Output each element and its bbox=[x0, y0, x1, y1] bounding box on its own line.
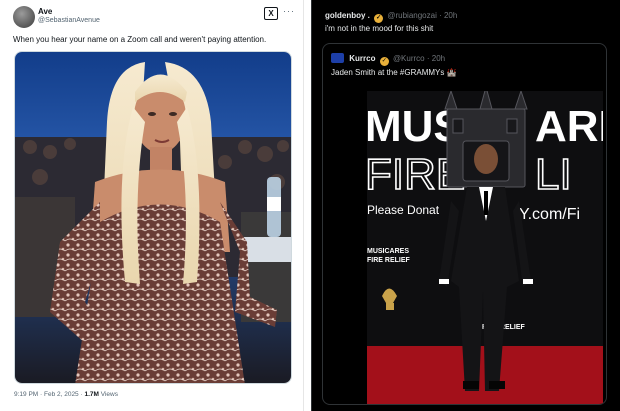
x-logo-icon[interactable]: X bbox=[264, 7, 278, 20]
tweet-header: goldenboy . ✓ @rubiangozai · 20h bbox=[325, 11, 457, 23]
backdrop-text-2b: LI bbox=[535, 150, 572, 199]
backdrop-logo-1: MUSICARES bbox=[367, 248, 409, 255]
quoted-display-name[interactable]: Kurrco bbox=[349, 54, 375, 63]
tweet-time[interactable]: 20h bbox=[444, 11, 457, 20]
quoted-time[interactable]: 20h bbox=[432, 54, 445, 63]
tweet-text: i'm not in the mood for this shit bbox=[325, 24, 434, 33]
quoted-tweet-photo[interactable]: MUSI ARE FIRE LI Please Donat Y.com/Fi M… bbox=[367, 91, 603, 404]
user-handle[interactable]: @rubiangozai bbox=[387, 11, 436, 20]
right-tweet-card: goldenboy . ✓ @rubiangozai · 20h i'm not… bbox=[311, 0, 620, 411]
separator-dot: · bbox=[426, 54, 430, 63]
backdrop-text-1b: ARE bbox=[535, 102, 603, 151]
timestamp[interactable]: 9:19 PM · Feb 2, 2025 · bbox=[14, 391, 83, 398]
quoted-tweet-text: Jaden Smith at the #GRAMMYs 🏰 bbox=[331, 68, 457, 77]
display-name[interactable]: goldenboy . bbox=[325, 11, 370, 20]
user-handle[interactable]: @SebastianAvenue bbox=[38, 17, 100, 24]
quoted-handle[interactable]: @Kurrco bbox=[393, 54, 425, 63]
tweet-footer: 9:19 PM · Feb 2, 2025 · 1.7M Views bbox=[14, 391, 118, 398]
views-count: 1.7M bbox=[84, 391, 99, 398]
separator-dot: · bbox=[439, 11, 442, 20]
quoted-tweet[interactable]: Kurrco ✓ @Kurrco · 20h Jaden Smith at th… bbox=[322, 43, 607, 405]
display-name[interactable]: Ave bbox=[38, 7, 52, 16]
tweet-photo[interactable] bbox=[14, 51, 292, 384]
backdrop-text-3b: Y.com/Fi bbox=[519, 206, 580, 223]
quoted-avatar[interactable] bbox=[331, 53, 344, 63]
backdrop-logo-2: FIRE RELIEF bbox=[367, 257, 411, 264]
views-label: Views bbox=[100, 391, 118, 398]
quoted-tweet-header: Kurrco ✓ @Kurrco · 20h bbox=[331, 53, 445, 66]
verified-badge-icon: ✓ bbox=[379, 57, 389, 66]
more-options-icon[interactable]: ··· bbox=[283, 6, 295, 16]
verified-badge-icon: ✓ bbox=[374, 14, 384, 23]
avatar[interactable] bbox=[13, 6, 35, 28]
tweet-text: When you hear your name on a Zoom call a… bbox=[13, 35, 267, 44]
backdrop-text-3: Please Donat bbox=[367, 203, 440, 217]
left-tweet-card: Ave @SebastianAvenue X ··· When you hear… bbox=[0, 0, 304, 411]
